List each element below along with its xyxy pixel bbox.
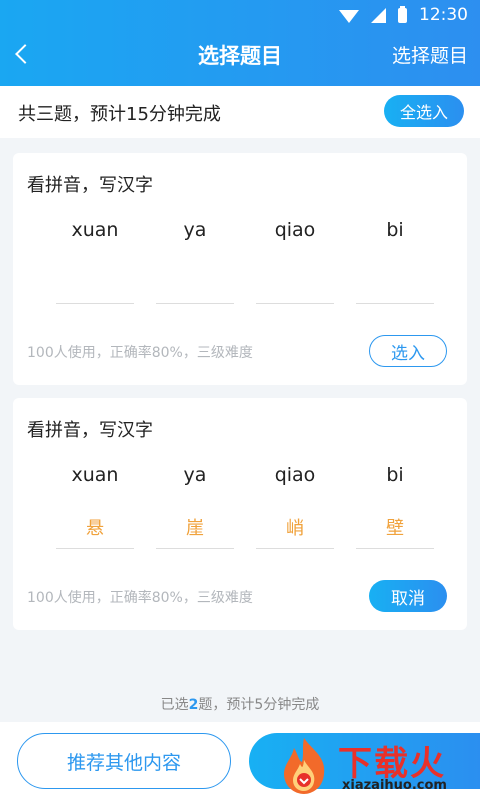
watermark-url: xiazaihuo.com — [342, 778, 447, 793]
summary-text: 共三题，预计15分钟完成 — [18, 104, 221, 125]
card-title: 看拼音，写汉字 — [27, 175, 153, 196]
answer-underline — [156, 548, 234, 549]
summary-bar: 共三题，预计15分钟完成 全选入 — [0, 86, 480, 138]
answer-underline — [256, 548, 334, 549]
pinyin-row: xuan 悬 ya 崖 qiao 峭 bi 壁 — [45, 464, 445, 549]
answer-underline — [256, 303, 334, 304]
select-all-button[interactable]: 全选入 — [384, 95, 464, 127]
cancel-question-button[interactable]: 取消 — [369, 580, 447, 612]
pinyin-cell: bi 口 — [345, 219, 445, 304]
battery-icon — [398, 5, 407, 23]
pinyin-label: bi — [386, 464, 404, 486]
pinyin-cell: ya 口 — [145, 219, 245, 304]
pinyin-cell: xuan 口 — [45, 219, 145, 304]
pinyin-label: ya — [183, 464, 207, 486]
pinyin-cell: ya 崖 — [145, 464, 245, 549]
pinyin-cell: xuan 悬 — [45, 464, 145, 549]
pinyin-label: xuan — [71, 464, 119, 486]
answer-underline — [356, 548, 434, 549]
title-bar: 选择题目 选择题目 — [0, 30, 480, 80]
selection-suffix: 题，预计5分钟完成 — [198, 697, 320, 713]
answer-underline — [156, 303, 234, 304]
question-card: 看拼音，写汉字 xuan 口 ya 口 qiao 口 bi 口 100人使用，正… — [13, 153, 467, 385]
flame-logo-icon — [284, 738, 325, 794]
answer-character: 崖 — [186, 518, 204, 539]
pinyin-cell: qiao 口 — [245, 219, 345, 304]
pinyin-cell: bi 壁 — [345, 464, 445, 549]
recommend-other-button[interactable]: 推荐其他内容 — [17, 733, 231, 789]
selection-prefix: 已选 — [160, 697, 189, 713]
card-meta: 100人使用，正确率80%，三级难度 — [27, 345, 253, 361]
status-bar: 12:30 — [0, 0, 480, 30]
answer-underline — [356, 303, 434, 304]
signal-icon — [371, 7, 386, 23]
answer-underline — [56, 548, 134, 549]
answer-underline — [56, 303, 134, 304]
status-time: 12:30 — [419, 5, 468, 25]
answer-character: 悬 — [86, 518, 104, 539]
selection-count: 2 — [188, 697, 199, 713]
status-icons: 12:30 — [339, 5, 468, 25]
question-card: 看拼音，写汉字 xuan 悬 ya 崖 qiao 峭 bi 壁 100人使用，正… — [13, 398, 467, 630]
answer-character: 壁 — [386, 518, 404, 539]
watermark: 下载火 xiazaihuo.com — [272, 732, 480, 800]
select-question-button[interactable]: 选入 — [369, 335, 447, 367]
pinyin-row: xuan 口 ya 口 qiao 口 bi 口 — [45, 219, 445, 304]
pinyin-label: ya — [183, 219, 207, 241]
header-action-button[interactable]: 选择题目 — [392, 41, 468, 68]
pinyin-cell: qiao 峭 — [245, 464, 345, 549]
card-meta: 100人使用，正确率80%，三级难度 — [27, 590, 253, 606]
selection-summary: 已选2题，预计5分钟完成 — [0, 694, 480, 714]
pinyin-label: xuan — [71, 219, 119, 241]
pinyin-label: qiao — [274, 219, 316, 241]
wifi-icon — [339, 9, 359, 23]
card-title: 看拼音，写汉字 — [27, 420, 153, 441]
pinyin-label: qiao — [274, 464, 316, 486]
pinyin-label: bi — [386, 219, 404, 241]
answer-character: 峭 — [286, 518, 304, 539]
